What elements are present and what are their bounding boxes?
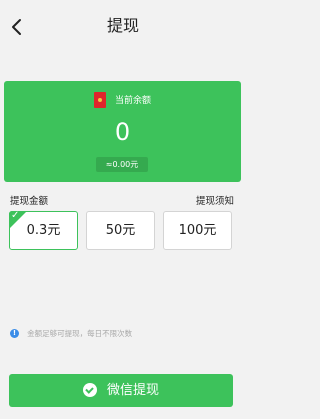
withdraw-label: 微信提现 xyxy=(107,383,160,398)
page-title: 提现 xyxy=(106,16,139,35)
withdraw-notice-link[interactable]: 提现须知 xyxy=(196,193,234,207)
amount-option-label: 0.3元 xyxy=(26,223,61,238)
header: 提现 xyxy=(0,0,246,54)
amount-option-label: 50元 xyxy=(105,223,136,238)
tip-row: ! 金额足够可提现，每日不限次数 xyxy=(10,323,132,338)
balance-card: 当前余额 0 ≈0.00元 xyxy=(4,81,241,182)
balance-approx: ≈0.00元 xyxy=(96,157,148,172)
tip-text: 金额足够可提现，每日不限次数 xyxy=(27,329,133,338)
amount-label: 提现金额 xyxy=(10,196,49,207)
balance-header: 当前余额 xyxy=(4,89,241,108)
red-envelope-icon xyxy=(93,91,106,108)
wechat-withdraw-button[interactable]: 微信提现 xyxy=(9,374,233,407)
balance-label: 当前余额 xyxy=(115,96,152,106)
amount-option-50[interactable]: 50元 xyxy=(86,211,155,250)
amount-option-label: 100元 xyxy=(178,223,217,238)
amount-option-100[interactable]: 100元 xyxy=(163,211,232,250)
balance-value: 0 xyxy=(114,118,131,146)
amount-option-0-3[interactable]: ✓ 0.3元 xyxy=(9,210,78,250)
check-icon: ✓ xyxy=(11,210,20,221)
info-icon: ! xyxy=(10,329,19,338)
wechat-icon xyxy=(82,382,97,397)
